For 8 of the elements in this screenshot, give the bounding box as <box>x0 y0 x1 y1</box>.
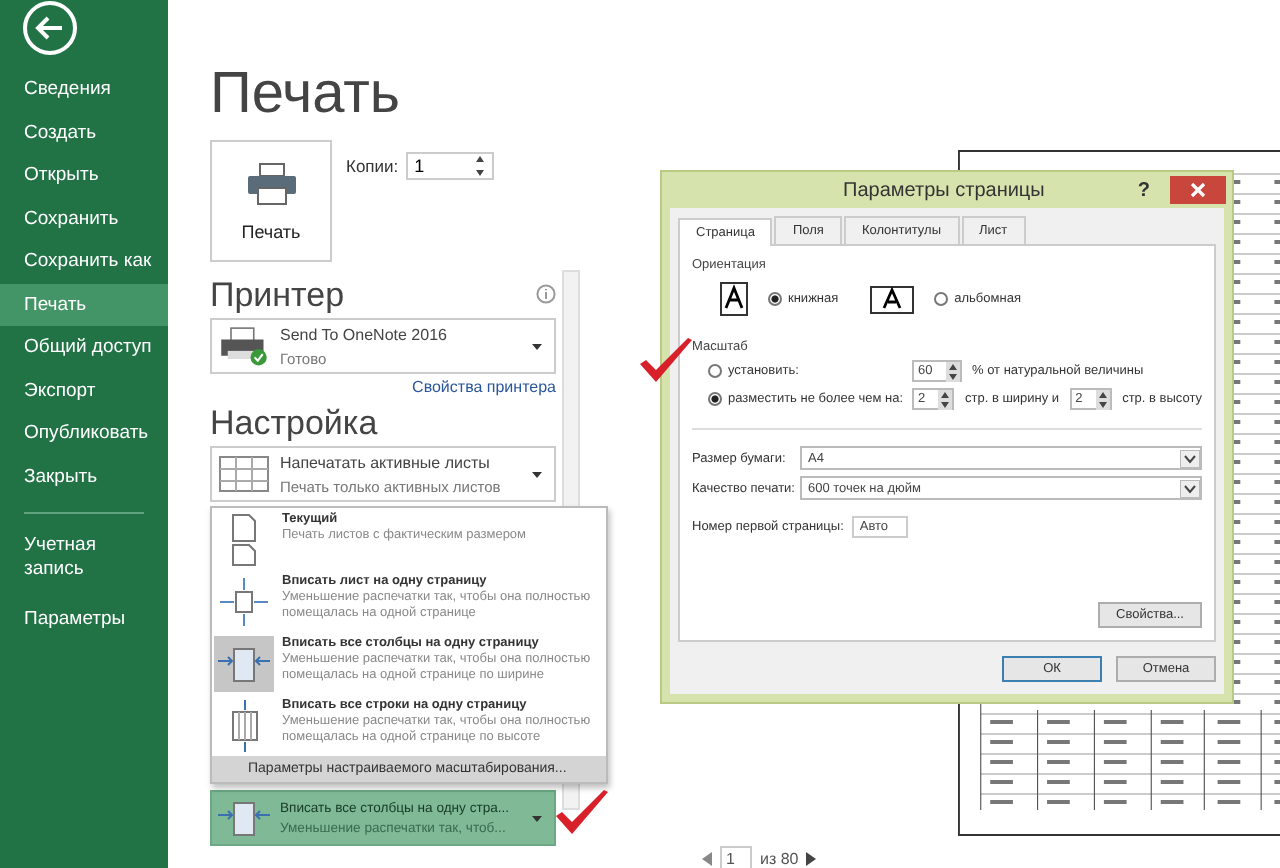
section-heading: Принтер <box>210 276 345 316</box>
section-heading: Настройка <box>210 404 380 444</box>
page-title: Печать <box>210 60 403 128</box>
page-count: из 80 <box>760 849 799 867</box>
dropdown-title: Напечатать активные листы <box>280 453 492 471</box>
dialog-title: Параметры страницы <box>841 179 1047 201</box>
printer-name: Send To OneNote 2016 <box>280 325 449 343</box>
copies-label: Копии: <box>346 156 399 176</box>
